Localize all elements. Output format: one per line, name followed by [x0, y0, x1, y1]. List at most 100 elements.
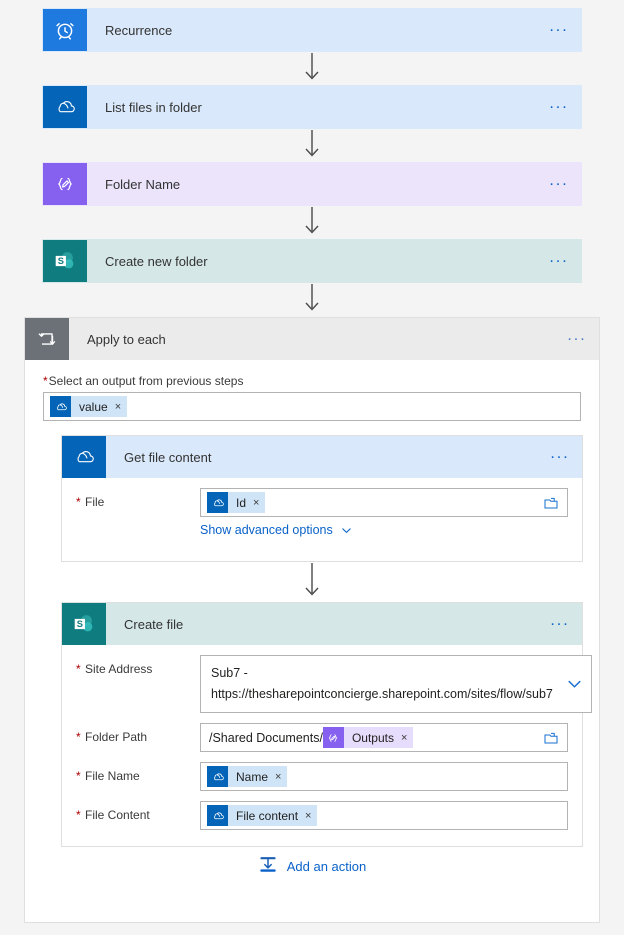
token-outputs[interactable]: Outputs ×	[322, 727, 414, 748]
token-remove-button[interactable]: ×	[112, 401, 127, 413]
connector-arrow	[42, 129, 582, 162]
card-create-file[interactable]: S Create file ...	[62, 603, 582, 645]
token-remove-button[interactable]: ×	[272, 771, 287, 783]
show-advanced-options-label: Show advanced options	[200, 523, 333, 537]
form-row-folder-path: * Folder Path /Shared Documents/ Outputs…	[76, 723, 568, 752]
chevron-down-icon[interactable]	[566, 676, 583, 693]
card-title: List files in folder	[105, 99, 202, 115]
compose-icon	[322, 727, 344, 748]
folder-picker-icon[interactable]	[543, 495, 559, 511]
add-an-action-button[interactable]: Add an action	[25, 855, 599, 878]
card-folder-name[interactable]: Folder Name ...	[42, 162, 582, 206]
control-file-name: Name ×	[200, 762, 568, 791]
control-site-address: Sub7 - https://thesharepointconcierge.sh…	[200, 655, 592, 713]
token-remove-button[interactable]: ×	[302, 810, 317, 822]
flow-step-recurrence[interactable]: Recurrence ...	[42, 8, 582, 52]
control-file-content: File content ×	[200, 801, 568, 830]
flow-step-folder-name[interactable]: Folder Name ...	[42, 162, 582, 206]
card-menu-button[interactable]: ...	[538, 603, 582, 645]
onedrive-icon	[207, 766, 228, 787]
file-input[interactable]: Id ×	[200, 488, 568, 517]
file-name-input[interactable]: Name ×	[200, 762, 568, 791]
svg-text:S: S	[58, 256, 64, 266]
select-output-label: *Select an output from previous steps	[43, 374, 581, 388]
onedrive-icon	[50, 396, 71, 417]
card-menu-button[interactable]: ...	[537, 9, 581, 51]
card-list-files-in-folder[interactable]: List files in folder ...	[42, 85, 582, 129]
flow-step-create-file: S Create file ... * Site Address Sub7 - …	[61, 602, 592, 847]
folder-path-input[interactable]: /Shared Documents/ Outputs ×	[200, 723, 568, 752]
card-menu-button[interactable]: ...	[537, 163, 581, 205]
card-get-file-content[interactable]: Get file content ...	[62, 436, 582, 478]
card-create-new-folder[interactable]: S Create new folder ...	[42, 239, 582, 283]
token-label: Name	[236, 769, 269, 784]
onedrive-icon	[62, 436, 106, 478]
folder-picker-icon[interactable]	[543, 730, 559, 746]
token-label: File content	[236, 808, 299, 823]
get-file-content-body: * File Id × Show advanced options	[62, 478, 582, 561]
form-row-file-name: * File Name Name ×	[76, 762, 568, 791]
required-marker: *	[43, 374, 48, 388]
top-level-step-stack: Recurrence ... List files in folder ...	[42, 8, 582, 316]
connector-arrow	[42, 52, 582, 85]
chevron-down-icon	[342, 527, 351, 533]
label-file-content: * File Content	[76, 801, 200, 822]
required-marker: *	[76, 730, 81, 744]
flow-designer-canvas: Recurrence ... List files in folder ...	[0, 0, 624, 935]
add-action-icon	[258, 855, 278, 878]
compose-icon	[43, 163, 87, 205]
label-site-address: * Site Address	[76, 655, 200, 676]
folder-path-prefix: /Shared Documents/	[209, 730, 323, 745]
card-title: Create new folder	[105, 253, 208, 269]
card-title: Folder Name	[105, 176, 181, 192]
card-menu-button[interactable]: ...	[537, 86, 581, 128]
flow-step-create-new-folder[interactable]: S Create new folder ...	[42, 239, 582, 283]
file-content-input[interactable]: File content ×	[200, 801, 568, 830]
site-address-value: Sub7 - https://thesharepointconcierge.sh…	[211, 666, 553, 701]
select-output-input[interactable]: value ×	[43, 392, 581, 421]
form-row-file: * File Id × Show advanced options	[76, 488, 568, 537]
apply-to-each-header[interactable]: Apply to each ...	[25, 318, 599, 360]
flow-step-get-file-content: Get file content ... * File Id × Show ad…	[61, 435, 583, 562]
apply-to-each-container: Apply to each ... *Select an output from…	[24, 317, 600, 923]
token-name[interactable]: Name ×	[207, 766, 288, 787]
required-marker: *	[76, 808, 81, 822]
form-row-file-content: * File Content File content ×	[76, 801, 568, 830]
token-id[interactable]: Id ×	[207, 492, 266, 513]
sharepoint-icon: S	[43, 240, 87, 282]
site-address-input[interactable]: Sub7 - https://thesharepointconcierge.sh…	[200, 655, 592, 713]
form-row-site-address: * Site Address Sub7 - https://thesharepo…	[76, 655, 592, 713]
apply-to-each-menu-button[interactable]: ...	[555, 318, 599, 360]
show-advanced-options-link[interactable]: Show advanced options	[200, 523, 353, 537]
token-label: value	[79, 399, 108, 414]
required-marker: *	[76, 769, 81, 783]
token-remove-button[interactable]: ×	[250, 497, 265, 509]
token-value[interactable]: value ×	[50, 396, 128, 417]
add-an-action-label: Add an action	[286, 859, 367, 874]
required-marker: *	[76, 495, 81, 509]
flow-step-list-files-in-folder[interactable]: List files in folder ...	[42, 85, 582, 129]
onedrive-icon	[207, 805, 228, 826]
card-menu-button[interactable]: ...	[537, 240, 581, 282]
label-file: * File	[76, 488, 200, 509]
token-file-content[interactable]: File content ×	[207, 805, 318, 826]
alarm-clock-icon	[43, 9, 87, 51]
label-text: File Name	[85, 769, 140, 783]
loop-icon	[25, 318, 69, 360]
select-output-label-text: Select an output from previous steps	[48, 374, 244, 388]
card-menu-button[interactable]: ...	[538, 436, 582, 478]
svg-text:S: S	[77, 619, 83, 629]
label-text: Site Address	[85, 662, 153, 676]
card-title: Recurrence	[105, 22, 173, 38]
create-file-body: * Site Address Sub7 - https://thesharepo…	[62, 645, 592, 846]
token-remove-button[interactable]: ×	[398, 732, 413, 744]
apply-to-each-body: *Select an output from previous steps va…	[25, 374, 599, 847]
card-recurrence[interactable]: Recurrence ...	[42, 8, 582, 52]
apply-to-each-title: Apply to each	[87, 331, 166, 347]
onedrive-icon	[43, 86, 87, 128]
connector-arrow	[42, 283, 582, 316]
label-text: File Content	[85, 808, 150, 822]
token-label: Outputs	[351, 730, 394, 745]
control-file: Id × Show advanced options	[200, 488, 568, 537]
connector-arrow	[42, 206, 582, 239]
